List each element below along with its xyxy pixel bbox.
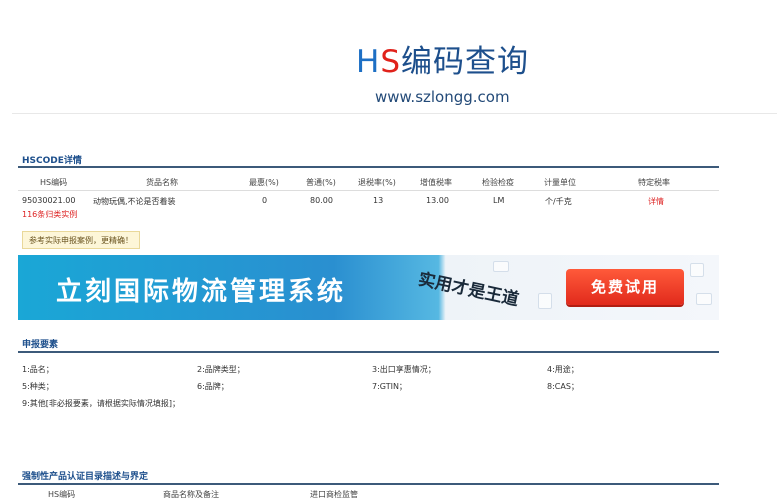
file-icon	[538, 293, 552, 309]
col-mfn: 最惠(%)	[249, 178, 279, 187]
site-logo[interactable]: HS编码查询	[356, 36, 529, 81]
col-vat: 增值税率	[420, 178, 452, 187]
section-rule	[18, 351, 719, 353]
chart-icon	[696, 293, 712, 305]
cell-hs-code: 95030021.00	[22, 196, 76, 205]
cell-vat: 13.00	[426, 196, 449, 205]
element-item: 5:种类；	[22, 382, 54, 391]
cell-general: 80.00	[310, 196, 333, 205]
site-header: HS编码查询 www.szlongg.com	[0, 0, 777, 112]
tip-box[interactable]: 参考实际申报案例，更精确！	[22, 231, 140, 249]
cell-rebate: 13	[373, 196, 384, 205]
free-trial-button[interactable]: 免费试用	[566, 269, 684, 305]
cell-mfn: 0	[262, 196, 268, 205]
cert-col-inspection: 进口商检监管	[310, 490, 358, 499]
document-icon	[493, 261, 509, 272]
banner-headline: 立刻国际物流管理系统	[56, 277, 347, 307]
element-item: 2:品牌类型；	[197, 365, 245, 374]
section-title-hscode-detail: HSCODE详情	[22, 156, 82, 166]
col-general: 普通(%)	[306, 178, 336, 187]
site-url[interactable]: www.szlongg.com	[375, 88, 510, 106]
header-divider	[12, 113, 777, 114]
detail-table-header: HS编码 货品名称 最惠(%) 普通(%) 退税率(%) 增值税率 检验检疫 计…	[18, 175, 719, 191]
classification-cases-link[interactable]: 116条归类实例	[22, 209, 77, 220]
table-row: 95030021.00 动物玩偶,不论是否着装 0 80.00 13 13.00…	[18, 194, 719, 222]
element-item: 1:品名；	[22, 365, 54, 374]
element-item: 9:其他[非必报要素，请根据实际情况填报]；	[22, 399, 181, 408]
col-rebate: 退税率(%)	[358, 178, 396, 187]
element-item: 4:用途；	[547, 365, 579, 374]
logo-text: 编码查询	[401, 44, 529, 80]
col-unit: 计量单位	[544, 178, 576, 187]
cert-col-name: 商品名称及备注	[163, 490, 219, 499]
logo-letter-h: H	[356, 44, 381, 80]
header-row-divider	[18, 190, 719, 191]
section-rule	[18, 483, 719, 485]
col-special: 特定税率	[638, 178, 670, 187]
special-rate-link[interactable]: 详情	[648, 196, 664, 207]
cell-name: 动物玩偶,不论是否着装	[93, 197, 176, 206]
section-title-declaration: 申报要素	[22, 340, 59, 350]
promo-banner[interactable]: 立刻国际物流管理系统 实用才是王道 免费试用	[18, 255, 719, 320]
wrench-icon	[690, 263, 704, 277]
col-inspection: 检验检疫	[482, 178, 514, 187]
cell-inspection: LM	[493, 196, 505, 205]
logo-letter-s: S	[380, 44, 401, 80]
element-item: 7:GTIN；	[372, 382, 407, 391]
section-title-certification: 强制性产品认证目录描述与界定	[22, 472, 149, 482]
element-item: 6:品牌；	[197, 382, 229, 391]
col-name: 货品名称	[146, 178, 178, 187]
element-item: 3:出口享惠情况；	[372, 365, 436, 374]
cert-col-hs-code: HS编码	[48, 490, 76, 499]
element-item: 8:CAS；	[547, 382, 579, 391]
cell-unit: 个/千克	[545, 197, 572, 206]
col-hs-code: HS编码	[40, 178, 68, 187]
certification-table-header: HS编码 商品名称及备注 进口商检监管	[18, 488, 719, 500]
section-rule	[18, 166, 719, 168]
